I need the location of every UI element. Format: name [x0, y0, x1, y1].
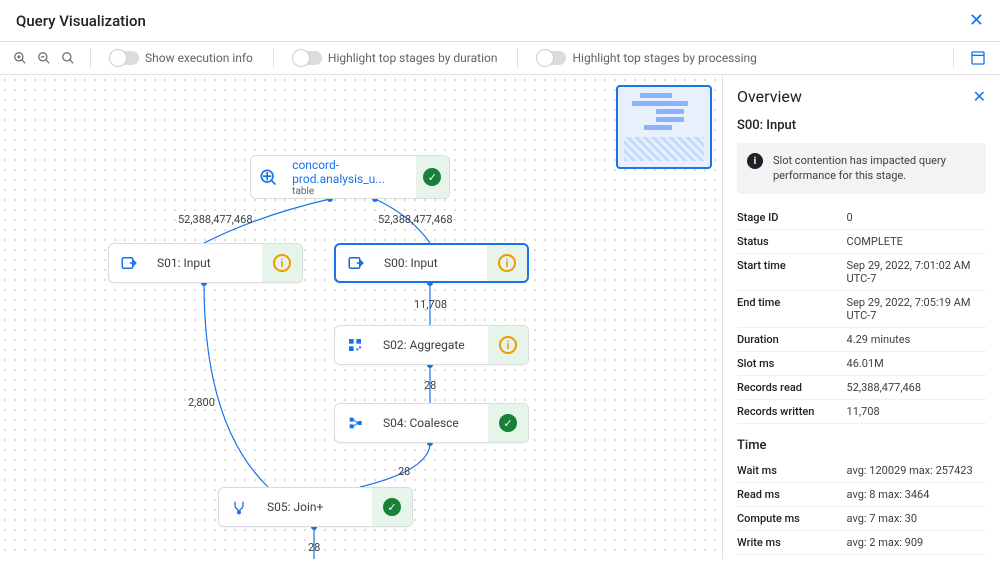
- table-row: Write msavg: 2 max: 909: [737, 530, 986, 554]
- toolbar: Show execution info Highlight top stages…: [0, 42, 1000, 75]
- toggle-label: Highlight top stages by duration: [328, 51, 498, 65]
- node-s05[interactable]: S05: Join+ ✓: [218, 487, 413, 527]
- check-icon: ✓: [499, 414, 517, 432]
- toggle-label: Highlight top stages by processing: [572, 51, 756, 65]
- warning-icon: i: [499, 336, 517, 354]
- table-row: Records written11,708: [737, 399, 986, 423]
- divider: [273, 48, 274, 68]
- panel-subtitle: S00: Input: [737, 118, 986, 133]
- divider: [517, 48, 518, 68]
- zoom-reset-icon[interactable]: [60, 50, 76, 66]
- fullscreen-icon[interactable]: [968, 48, 988, 68]
- table-row: Read msavg: 8 max: 3464: [737, 482, 986, 506]
- node-s02[interactable]: S02: Aggregate i: [334, 325, 529, 365]
- node-title: concord-prod.analysis_u...: [292, 158, 408, 186]
- edge-label: 28: [398, 465, 410, 478]
- join-icon: [219, 488, 259, 526]
- edge-label: 28: [424, 379, 436, 392]
- close-icon[interactable]: ✕: [969, 10, 984, 31]
- table-row: StatusCOMPLETE: [737, 229, 986, 253]
- stage-details-table: Stage ID0 StatusCOMPLETE Start timeSep 2…: [737, 206, 986, 424]
- node-status: i: [487, 245, 527, 281]
- node-label: S05: Join+: [259, 500, 372, 514]
- panel-close-icon[interactable]: ✕: [973, 87, 986, 106]
- toggle-highlight-processing[interactable]: Highlight top stages by processing: [532, 51, 762, 65]
- toggle-label: Show execution info: [145, 51, 253, 65]
- node-subtitle: table: [292, 186, 408, 197]
- node-status: ✓: [488, 404, 528, 442]
- page-title: Query Visualization: [16, 12, 146, 30]
- warning-icon: i: [498, 254, 516, 272]
- info-icon: i: [747, 153, 763, 169]
- node-label: S04: Coalesce: [375, 416, 488, 430]
- node-table[interactable]: concord-prod.analysis_u... table ✓: [250, 155, 450, 199]
- header: Query Visualization ✕: [0, 0, 1000, 42]
- node-status: i: [262, 244, 302, 282]
- edge-label: 28: [308, 541, 320, 554]
- toggle-switch[interactable]: [538, 51, 566, 65]
- toggle-execution-info[interactable]: Show execution info: [105, 51, 259, 65]
- section-title-time: Time: [737, 438, 986, 453]
- table-row: Wait msavg: 120029 max: 257423: [737, 459, 986, 483]
- input-icon: [109, 244, 149, 282]
- table-row: Compute msavg: 7 max: 30: [737, 506, 986, 530]
- node-status: ✓: [416, 156, 449, 198]
- zoom-out-icon[interactable]: [36, 50, 52, 66]
- edge-label: 52,388,477,468: [378, 213, 453, 226]
- edge-label: 52,388,477,468: [178, 213, 253, 226]
- node-s00[interactable]: S00: Input i: [334, 243, 529, 283]
- table-row: Slot ms46.01M: [737, 351, 986, 375]
- node-status: ✓: [372, 488, 412, 526]
- panel-title: Overview: [737, 87, 802, 106]
- node-status: i: [488, 326, 528, 364]
- edge-label: 11,708: [414, 298, 447, 311]
- node-label: S02: Aggregate: [375, 338, 488, 352]
- graph-canvas[interactable]: concord-prod.analysis_u... table ✓ S01: …: [0, 75, 722, 559]
- table-row: Duration4.29 minutes: [737, 327, 986, 351]
- overview-panel: Overview ✕ S00: Input i Slot contention …: [722, 75, 1000, 559]
- warning-icon: i: [273, 254, 291, 272]
- node-s01[interactable]: S01: Input i: [108, 243, 303, 283]
- zoom-in-icon[interactable]: [12, 50, 28, 66]
- check-icon: ✓: [383, 498, 401, 516]
- check-icon: ✓: [423, 168, 441, 186]
- coalesce-icon: [335, 404, 375, 442]
- edge-label: 2,800: [188, 396, 215, 409]
- time-table: Wait msavg: 120029 max: 257423 Read msav…: [737, 459, 986, 555]
- divider: [90, 48, 91, 68]
- toggle-switch[interactable]: [111, 51, 139, 65]
- toggle-switch[interactable]: [294, 51, 322, 65]
- divider: [953, 48, 954, 68]
- node-label: S00: Input: [376, 256, 487, 270]
- table-row: Start timeSep 29, 2022, 7:01:02 AM UTC-7: [737, 253, 986, 290]
- table-row: Records read52,388,477,468: [737, 375, 986, 399]
- table-icon: [251, 156, 284, 198]
- table-row: End timeSep 29, 2022, 7:05:19 AM UTC-7: [737, 290, 986, 327]
- zoom-controls: [12, 50, 76, 66]
- node-label: S01: Input: [149, 256, 262, 270]
- input-icon: [336, 245, 376, 281]
- alert-text: Slot contention has impacted query perfo…: [773, 153, 976, 184]
- aggregate-icon: [335, 326, 375, 364]
- toggle-highlight-duration[interactable]: Highlight top stages by duration: [288, 51, 504, 65]
- table-row: Stage ID0: [737, 206, 986, 230]
- node-s04[interactable]: S04: Coalesce ✓: [334, 403, 529, 443]
- alert-banner: i Slot contention has impacted query per…: [737, 143, 986, 194]
- minimap[interactable]: [616, 85, 712, 169]
